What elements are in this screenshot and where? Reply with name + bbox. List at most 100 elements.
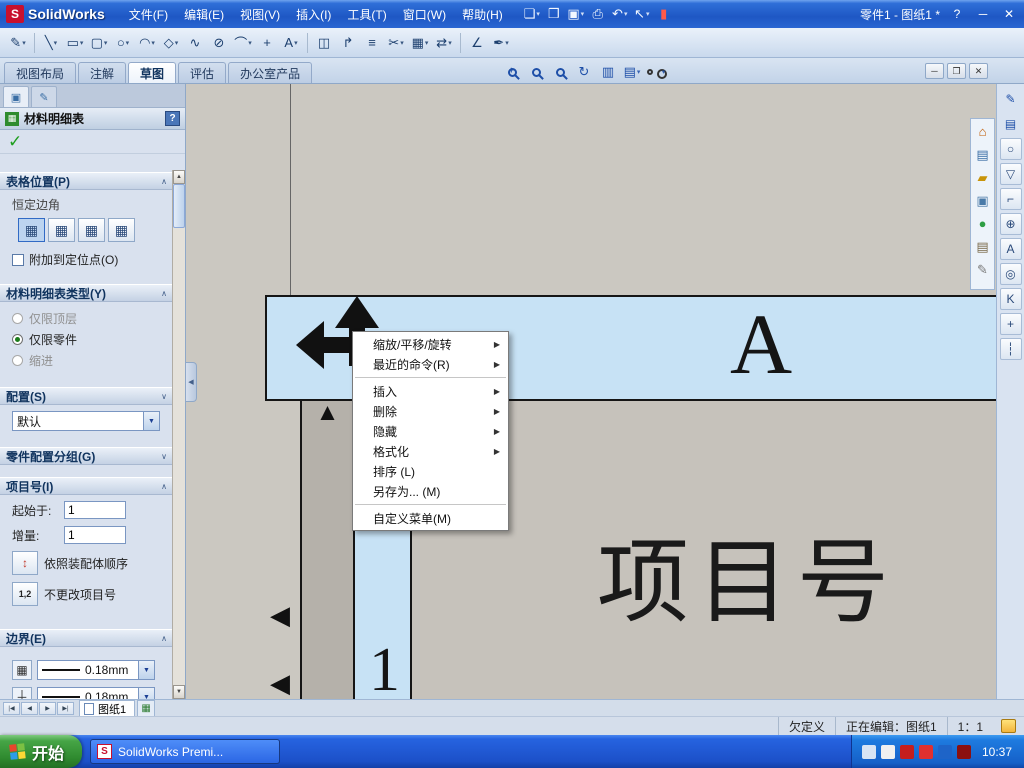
input-method-icon[interactable]	[861, 744, 876, 759]
move-entities-icon[interactable]: ⇄	[433, 32, 455, 54]
display-relations-icon[interactable]: ∠	[466, 32, 488, 54]
attach-to-anchor-checkbox[interactable]	[12, 253, 24, 266]
start-at-input[interactable]	[64, 501, 126, 519]
menu-item-formatting[interactable]: 格式化 ▶	[353, 441, 508, 461]
tab-annotation[interactable]: 注解	[78, 62, 127, 83]
corner-top-right-button[interactable]: ▦	[48, 218, 75, 242]
circle-icon[interactable]: ○	[112, 32, 134, 54]
menu-edit[interactable]: 编辑(E)	[176, 3, 232, 26]
block-icon[interactable]: K	[999, 288, 1022, 310]
menu-view[interactable]: 视图(V)	[232, 3, 288, 26]
tab-view-layout[interactable]: 视图布局	[4, 62, 77, 83]
custom-properties-icon[interactable]: ▤	[973, 237, 992, 256]
configuration-select[interactable]: 默认 ▼	[12, 411, 160, 431]
grid-border-thickness-select[interactable]: 0.18mm ▼	[37, 687, 155, 699]
panel-collapse-handle[interactable]	[186, 362, 197, 402]
sheet-properties-icon[interactable]: ▥	[598, 62, 618, 82]
tab-evaluate[interactable]: 评估	[178, 62, 227, 83]
rectangle-icon[interactable]: ▭	[64, 32, 86, 54]
convert-entities-icon[interactable]: ↱	[337, 32, 359, 54]
section-header-item-numbers[interactable]: 项目号(I) ∧	[0, 477, 173, 495]
section-header-configurations[interactable]: 配置(S) ∨	[0, 387, 173, 405]
datum-target-icon[interactable]: ◎	[999, 263, 1022, 285]
undo-icon[interactable]: ↶	[609, 3, 631, 25]
menu-help[interactable]: 帮助(H)	[454, 3, 511, 26]
rebuild-icon[interactable]: ▮	[653, 3, 675, 25]
menu-tools[interactable]: 工具(T)	[339, 3, 394, 26]
dropdown-arrow-icon[interactable]: ▼	[138, 661, 154, 679]
radio-indented[interactable]	[12, 355, 23, 366]
zoom-to-fit-icon[interactable]	[550, 62, 570, 82]
increment-input[interactable]	[64, 526, 126, 544]
menu-file[interactable]: 文件(F)	[121, 3, 176, 26]
trim-entities-icon[interactable]: ✂	[385, 32, 407, 54]
layer-properties-icon[interactable]: ▤	[622, 62, 642, 82]
help-button[interactable]: ?	[948, 7, 966, 21]
corner-bottom-left-button[interactable]: ▦	[78, 218, 105, 242]
design-library-icon[interactable]: ▤	[973, 145, 992, 164]
security-tray-icon[interactable]	[937, 744, 952, 759]
panel-tab-properties[interactable]: ▣	[3, 86, 29, 107]
dropdown-arrow-icon[interactable]: ▼	[138, 688, 154, 699]
menu-item-hide[interactable]: 隐藏 ▶	[353, 421, 508, 441]
corner-bottom-right-button[interactable]: ▦	[108, 218, 135, 242]
doc-minimize-button[interactable]: ─	[925, 63, 944, 79]
tab-sketch[interactable]: 草图	[128, 62, 177, 83]
menu-item-insert[interactable]: 插入 ▶	[353, 381, 508, 401]
menu-item-sort[interactable]: 排序 (L)	[353, 461, 508, 481]
note-icon[interactable]: ▤	[1000, 113, 1022, 135]
panel-tab-custom[interactable]: ✎	[31, 86, 57, 107]
menu-item-zoom-pan-rotate[interactable]: 缩放/平移/旋转 ▶	[353, 334, 508, 354]
hidden-column-left-icon[interactable]: ◀	[270, 670, 290, 696]
menu-item-customize-menu[interactable]: 自定义菜单(M)	[353, 508, 508, 528]
sheet-tab[interactable]: 图纸1	[79, 700, 136, 716]
doc-close-button[interactable]: ✕	[969, 63, 988, 79]
add-sheet-button[interactable]: ▦	[137, 700, 156, 716]
rebuild-view-icon[interactable]: ↻	[574, 62, 594, 82]
next-sheet-button[interactable]: ▶	[39, 701, 56, 715]
bom-row-header-strip[interactable]: ▲	[300, 401, 355, 699]
print-icon[interactable]: ⎙	[587, 3, 609, 25]
menu-window[interactable]: 窗口(W)	[395, 3, 454, 26]
scroll-down-icon[interactable]	[173, 685, 185, 699]
last-sheet-button[interactable]: ▶|	[57, 701, 74, 715]
document-recovery-icon[interactable]: ✎	[973, 260, 992, 279]
section-header-table-position[interactable]: 表格位置(P) ∧	[0, 172, 173, 190]
save-icon[interactable]: ▣	[565, 3, 587, 25]
spline-icon[interactable]: ∿	[184, 32, 206, 54]
point-icon[interactable]: +	[256, 32, 278, 54]
sketch-icon[interactable]: ✎	[7, 32, 29, 54]
taskbar-task-solidworks[interactable]: S SolidWorks Premi...	[90, 739, 281, 764]
fillet-icon[interactable]: ⌒	[232, 32, 254, 54]
menu-insert[interactable]: 插入(I)	[288, 3, 339, 26]
radio-top-level-only[interactable]	[12, 313, 23, 324]
arc-icon[interactable]: ◠	[136, 32, 158, 54]
polygon-icon[interactable]: ◇	[160, 32, 182, 54]
minimize-button[interactable]: ─	[974, 7, 992, 21]
previous-sheet-button[interactable]: ◀	[21, 701, 38, 715]
edit-annotation-icon[interactable]: ✎	[1000, 88, 1022, 110]
select-icon[interactable]: ↖	[631, 3, 653, 25]
slot-icon[interactable]: ▢	[88, 32, 110, 54]
open-icon[interactable]: ❒	[543, 3, 565, 25]
ok-button[interactable]: ✓	[8, 132, 22, 152]
geometric-tolerance-icon[interactable]: ⊕	[999, 213, 1022, 235]
center-mark-icon[interactable]: +	[999, 313, 1022, 335]
start-button[interactable]: 开始	[0, 735, 83, 768]
update-tray-icon[interactable]	[956, 744, 971, 759]
zoom-in-icon[interactable]	[502, 62, 522, 82]
balloon-icon[interactable]: ○	[999, 138, 1022, 160]
hidden-column-left-icon[interactable]: ◀	[270, 602, 290, 628]
doc-restore-button[interactable]: ❐	[947, 63, 966, 79]
view-palette-icon[interactable]: ▣	[973, 191, 992, 210]
box-border-thickness-select[interactable]: 0.18mm ▼	[37, 660, 155, 680]
close-button[interactable]: ✕	[1000, 7, 1018, 21]
follow-assembly-order-button[interactable]: ↕	[12, 551, 38, 575]
section-header-border[interactable]: 边界(E) ∧	[0, 629, 173, 647]
new-document-icon[interactable]: ❏	[521, 3, 543, 25]
solidworks-resources-icon[interactable]: ⌂	[973, 122, 992, 141]
line-icon[interactable]: ╲	[40, 32, 62, 54]
weld-symbol-icon[interactable]: ⌐	[999, 188, 1022, 210]
menu-item-delete[interactable]: 删除 ▶	[353, 401, 508, 421]
corner-top-left-button[interactable]: ▦	[18, 218, 45, 242]
